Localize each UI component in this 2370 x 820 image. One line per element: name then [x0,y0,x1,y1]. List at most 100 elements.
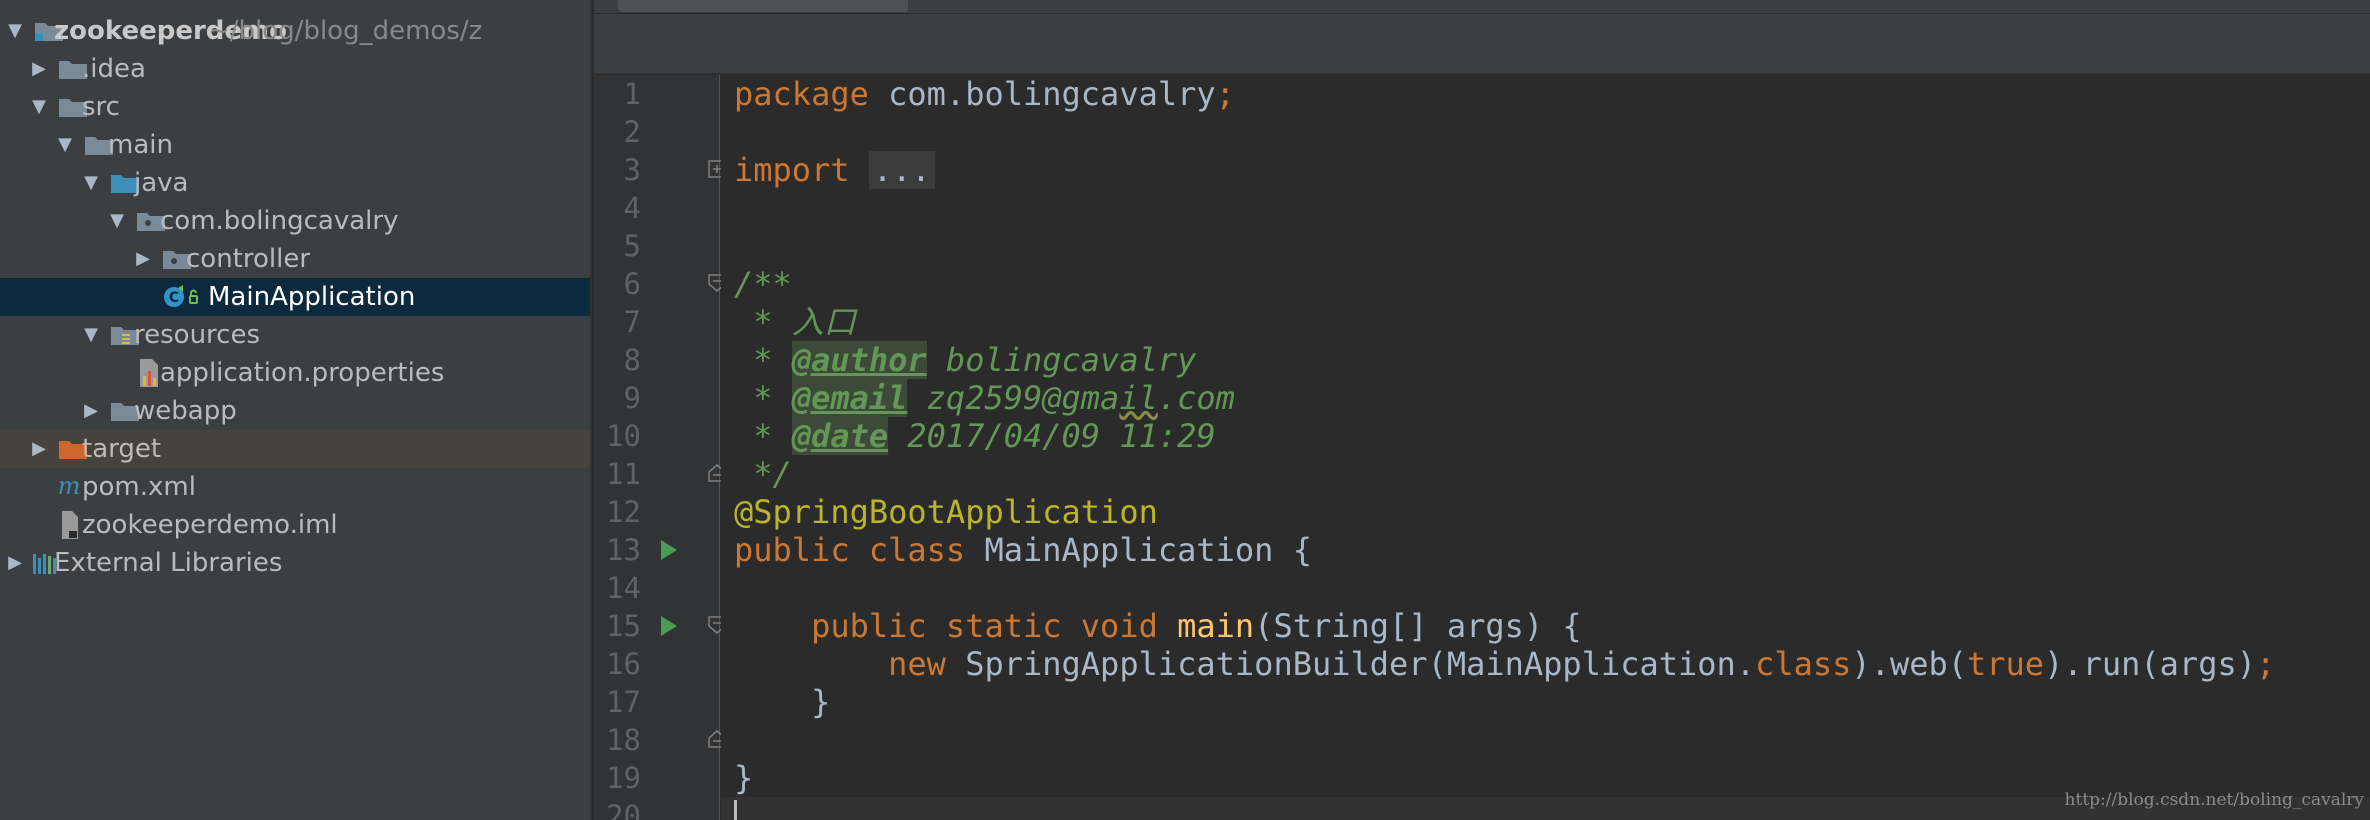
code-line-16: new SpringApplicationBuilder(MainApplica… [721,645,2370,683]
line-number: 11 [606,457,641,491]
tree-item-iml[interactable]: zookeeperdemo.iml [0,506,590,544]
line-number: 12 [606,495,641,529]
code-text: ).web( [1851,645,1967,683]
tree-item-package[interactable]: ▼ com.bolingcavalry [0,202,590,240]
folded-imports[interactable]: ... [868,151,935,189]
properties-file-icon [138,358,160,388]
line-number: 3 [623,153,641,187]
method-name: main [1157,607,1255,645]
code-text: ).run(args) [2044,645,2256,683]
line-number: 9 [623,381,641,415]
svg-text:C: C [169,290,179,306]
code-line-17: } [734,683,831,721]
svg-text:m: m [58,472,80,500]
tree-item-idea[interactable]: ▶ .idea [0,50,590,88]
chevron-down-icon[interactable]: ▼ [28,88,50,126]
keyword: class [1755,645,1852,683]
code-line-9: * @email zq2599@gmail.com [721,379,2370,417]
line-number: 4 [623,191,641,225]
line-number: 5 [623,229,641,263]
comment-prefix: * [734,379,792,417]
class-declaration: MainApplication { [965,531,1312,569]
line-number: 7 [623,305,641,339]
maven-icon: m [58,472,80,502]
chevron-down-icon[interactable]: ▼ [80,164,102,202]
chevron-right-icon[interactable]: ▶ [4,544,26,582]
line-number: 8 [623,343,641,377]
code-line-3: import ... [721,151,2370,189]
chevron-right-icon[interactable]: ▶ [132,240,154,278]
keyword: true [1967,645,2045,683]
tree-item-label: External Libraries [54,548,283,578]
tree-item-label: resources [134,320,261,350]
line-number: 20 [606,799,641,820]
semicolon: ; [2255,645,2276,683]
chevron-down-icon[interactable]: ▼ [106,202,128,240]
javadoc-tag: @author [791,341,927,379]
keyword: public class [734,531,966,569]
line-number: 19 [606,761,641,795]
run-main-icon[interactable] [661,616,677,636]
line-number: 6 [623,267,641,301]
tree-item-src[interactable]: ▼ src [0,88,590,126]
tree-item-label: src [82,92,120,122]
tree-item-application-properties[interactable]: application.properties [0,354,590,392]
comment-prefix: * [734,341,792,379]
tree-item-root[interactable]: ▼ zookeeperdemo ~/blog/blog_demos/z [0,12,590,50]
chevron-right-icon[interactable]: ▶ [28,50,50,88]
tree-item-label: com.bolingcavalry [160,206,399,236]
code-line-11: */ [734,455,792,493]
project-tree: ▼ zookeeperdemo ~/blog/blog_demos/z ▶ .i… [0,12,590,582]
method-params: (String[] args) { [1254,607,1582,645]
line-number: 10 [606,419,641,453]
code-line-10: * @date 2017/04/09 11:29 [721,417,2370,455]
code-line-6: /** [734,265,792,303]
comment-text: bolingcavalry [926,341,1197,379]
tree-item-external-libraries[interactable]: ▶ External Libraries [0,544,590,582]
javadoc-tag: @email [791,379,908,417]
run-class-icon[interactable] [661,540,677,560]
code-text: SpringApplicationBuilder(MainApplication… [945,645,1756,683]
tree-item-webapp[interactable]: ▶ webapp [0,392,590,430]
tree-item-label: target [82,434,162,464]
tree-item-label: zookeeperdemo.iml [82,510,338,540]
spelling-warning: il [1119,379,1158,417]
tree-item-main[interactable]: ▼ main [0,126,590,164]
comment-text: .com [1157,379,1235,417]
semicolon: ; [1215,75,1235,113]
project-tool-window: ▼ zookeeperdemo ~/blog/blog_demos/z ▶ .i… [0,0,592,820]
editor-gutter: 1 2 3 4 5 6 7 8 9 10 11 12 13 14 15 16 1… [594,75,726,820]
iml-file-icon [60,510,80,540]
tree-item-label: webapp [134,396,237,426]
chevron-down-icon[interactable]: ▼ [54,126,76,164]
line-number: 1 [623,77,641,111]
comment-prefix: * [734,417,792,455]
editor-tab-active[interactable] [618,0,908,12]
keyword: package [734,75,869,113]
tree-item-pom[interactable]: m pom.xml [0,468,590,506]
tree-item-controller[interactable]: ▶ controller [0,240,590,278]
tree-item-resources[interactable]: ▼ resources [0,316,590,354]
chevron-right-icon[interactable]: ▶ [80,392,102,430]
comment-text: zq2599@gma [907,379,1120,417]
tree-item-main-application[interactable]: C MainApplication [0,278,590,316]
chevron-right-icon[interactable]: ▶ [28,430,50,468]
chevron-down-icon[interactable]: ▼ [4,12,26,50]
tree-item-java[interactable]: ▼ java [0,164,590,202]
line-number: 17 [606,685,641,719]
watermark: http://blog.csdn.net/boling_cavalry [2064,790,2364,810]
code-line-1: package com.bolingcavalry; [721,75,2370,113]
tree-item-target[interactable]: ▶ target [0,430,590,468]
tree-item-label: java [134,168,189,198]
chevron-down-icon[interactable]: ▼ [80,316,102,354]
keyword: import [734,151,850,189]
tree-item-label: application.properties [160,358,445,388]
code-editor[interactable]: package com.bolingcavalry; import ... /*… [721,75,2370,820]
code-line-8: * @author bolingcavalry [721,341,2370,379]
line-number: 18 [606,723,641,757]
keyword: new [888,645,946,683]
keyword: public static void [811,607,1158,645]
text-caret [734,800,737,820]
